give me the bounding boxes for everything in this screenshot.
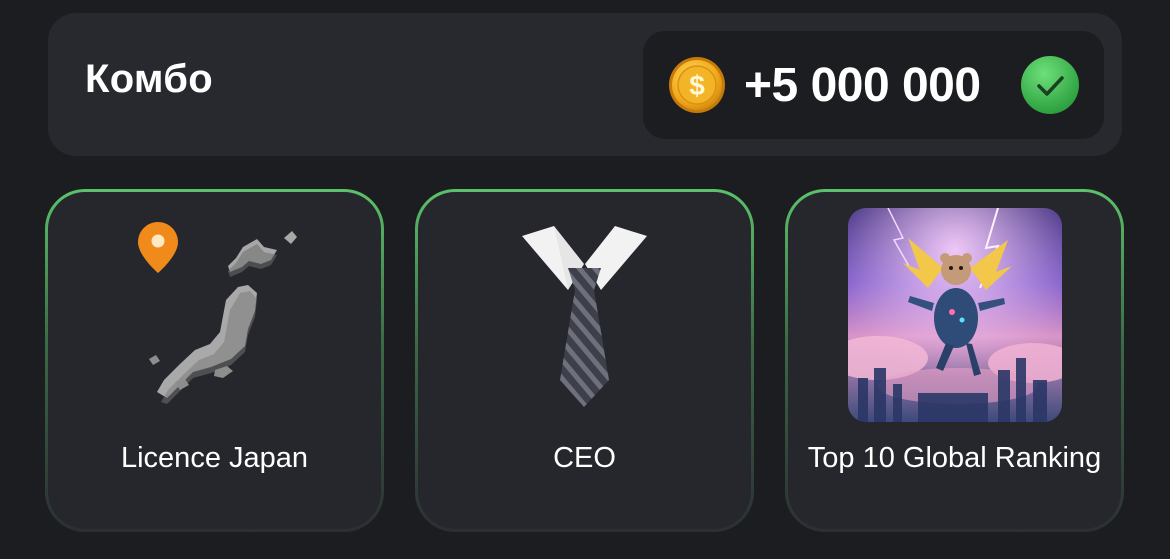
card-label: CEO bbox=[553, 442, 616, 474]
japan-map-icon bbox=[138, 222, 297, 404]
daily-combo-screen: Комбо $ +5 000 000 Licence Japan CEO Top… bbox=[0, 0, 1170, 559]
card-label: Licence Japan bbox=[120, 442, 309, 474]
combo-card-licence-japan[interactable]: Licence Japan bbox=[45, 189, 384, 532]
combo-header: Комбо $ +5 000 000 bbox=[48, 13, 1122, 156]
check-circle-icon bbox=[1021, 56, 1079, 114]
location-pin-icon bbox=[138, 222, 178, 273]
coin-icon: $ bbox=[669, 57, 725, 113]
combo-card-ceo[interactable]: CEO bbox=[415, 189, 754, 532]
flying-hamster-image bbox=[848, 208, 1062, 422]
card-label: Top 10 Global Ranking bbox=[807, 442, 1102, 474]
combo-reward-pill: $ +5 000 000 bbox=[643, 31, 1104, 139]
svg-text:$: $ bbox=[689, 70, 705, 101]
combo-title: Комбо bbox=[85, 57, 214, 101]
necktie-icon bbox=[522, 226, 647, 407]
combo-reward-amount: +5 000 000 bbox=[744, 59, 981, 112]
combo-card-top-10-global-ranking[interactable]: Top 10 Global Ranking bbox=[785, 189, 1124, 532]
